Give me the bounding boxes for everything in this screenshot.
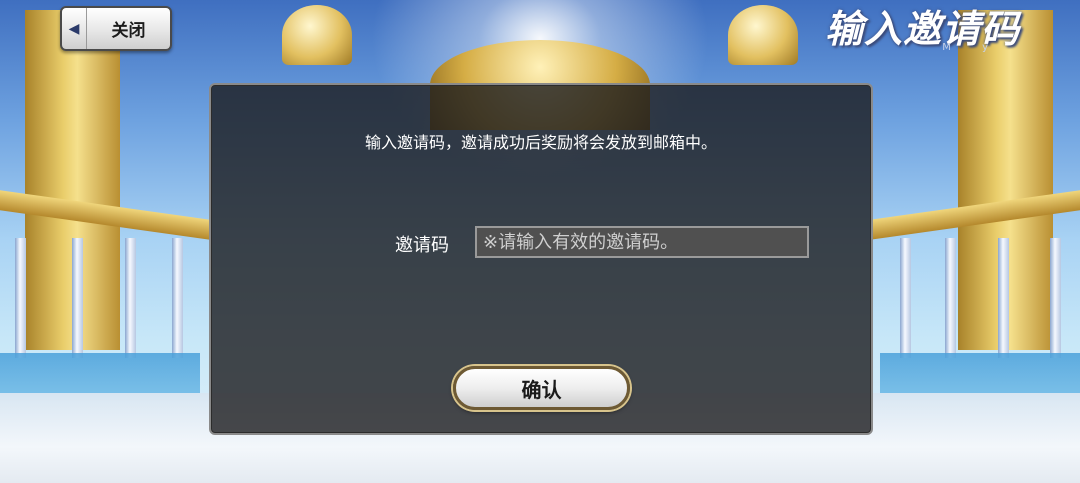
pillar [945,238,956,358]
tower-cap-right [728,5,798,65]
invite-code-dialog: 输入邀请码，邀请成功后奖励将会发放到邮箱中。 邀请码 确认 [209,83,873,435]
pillar [900,238,911,358]
close-button-label: 关闭 [111,21,146,41]
invite-code-label: 邀请码 [395,235,449,256]
pillar [1050,238,1061,358]
chevron-left-icon: ◀ [62,8,87,49]
tower-cap-left [282,5,352,65]
confirm-button[interactable]: 确认 [453,366,630,410]
pillar [72,238,83,358]
close-button[interactable]: ◀ 关闭 [60,6,172,51]
pillar [15,238,26,358]
pillar [172,238,183,358]
pillar [125,238,136,358]
invite-code-input[interactable] [475,226,809,258]
dialog-message: 输入邀请码，邀请成功后奖励将会发放到邮箱中。 [364,133,717,152]
pillar [998,238,1009,358]
screen-subtitle: M y [942,42,1002,53]
